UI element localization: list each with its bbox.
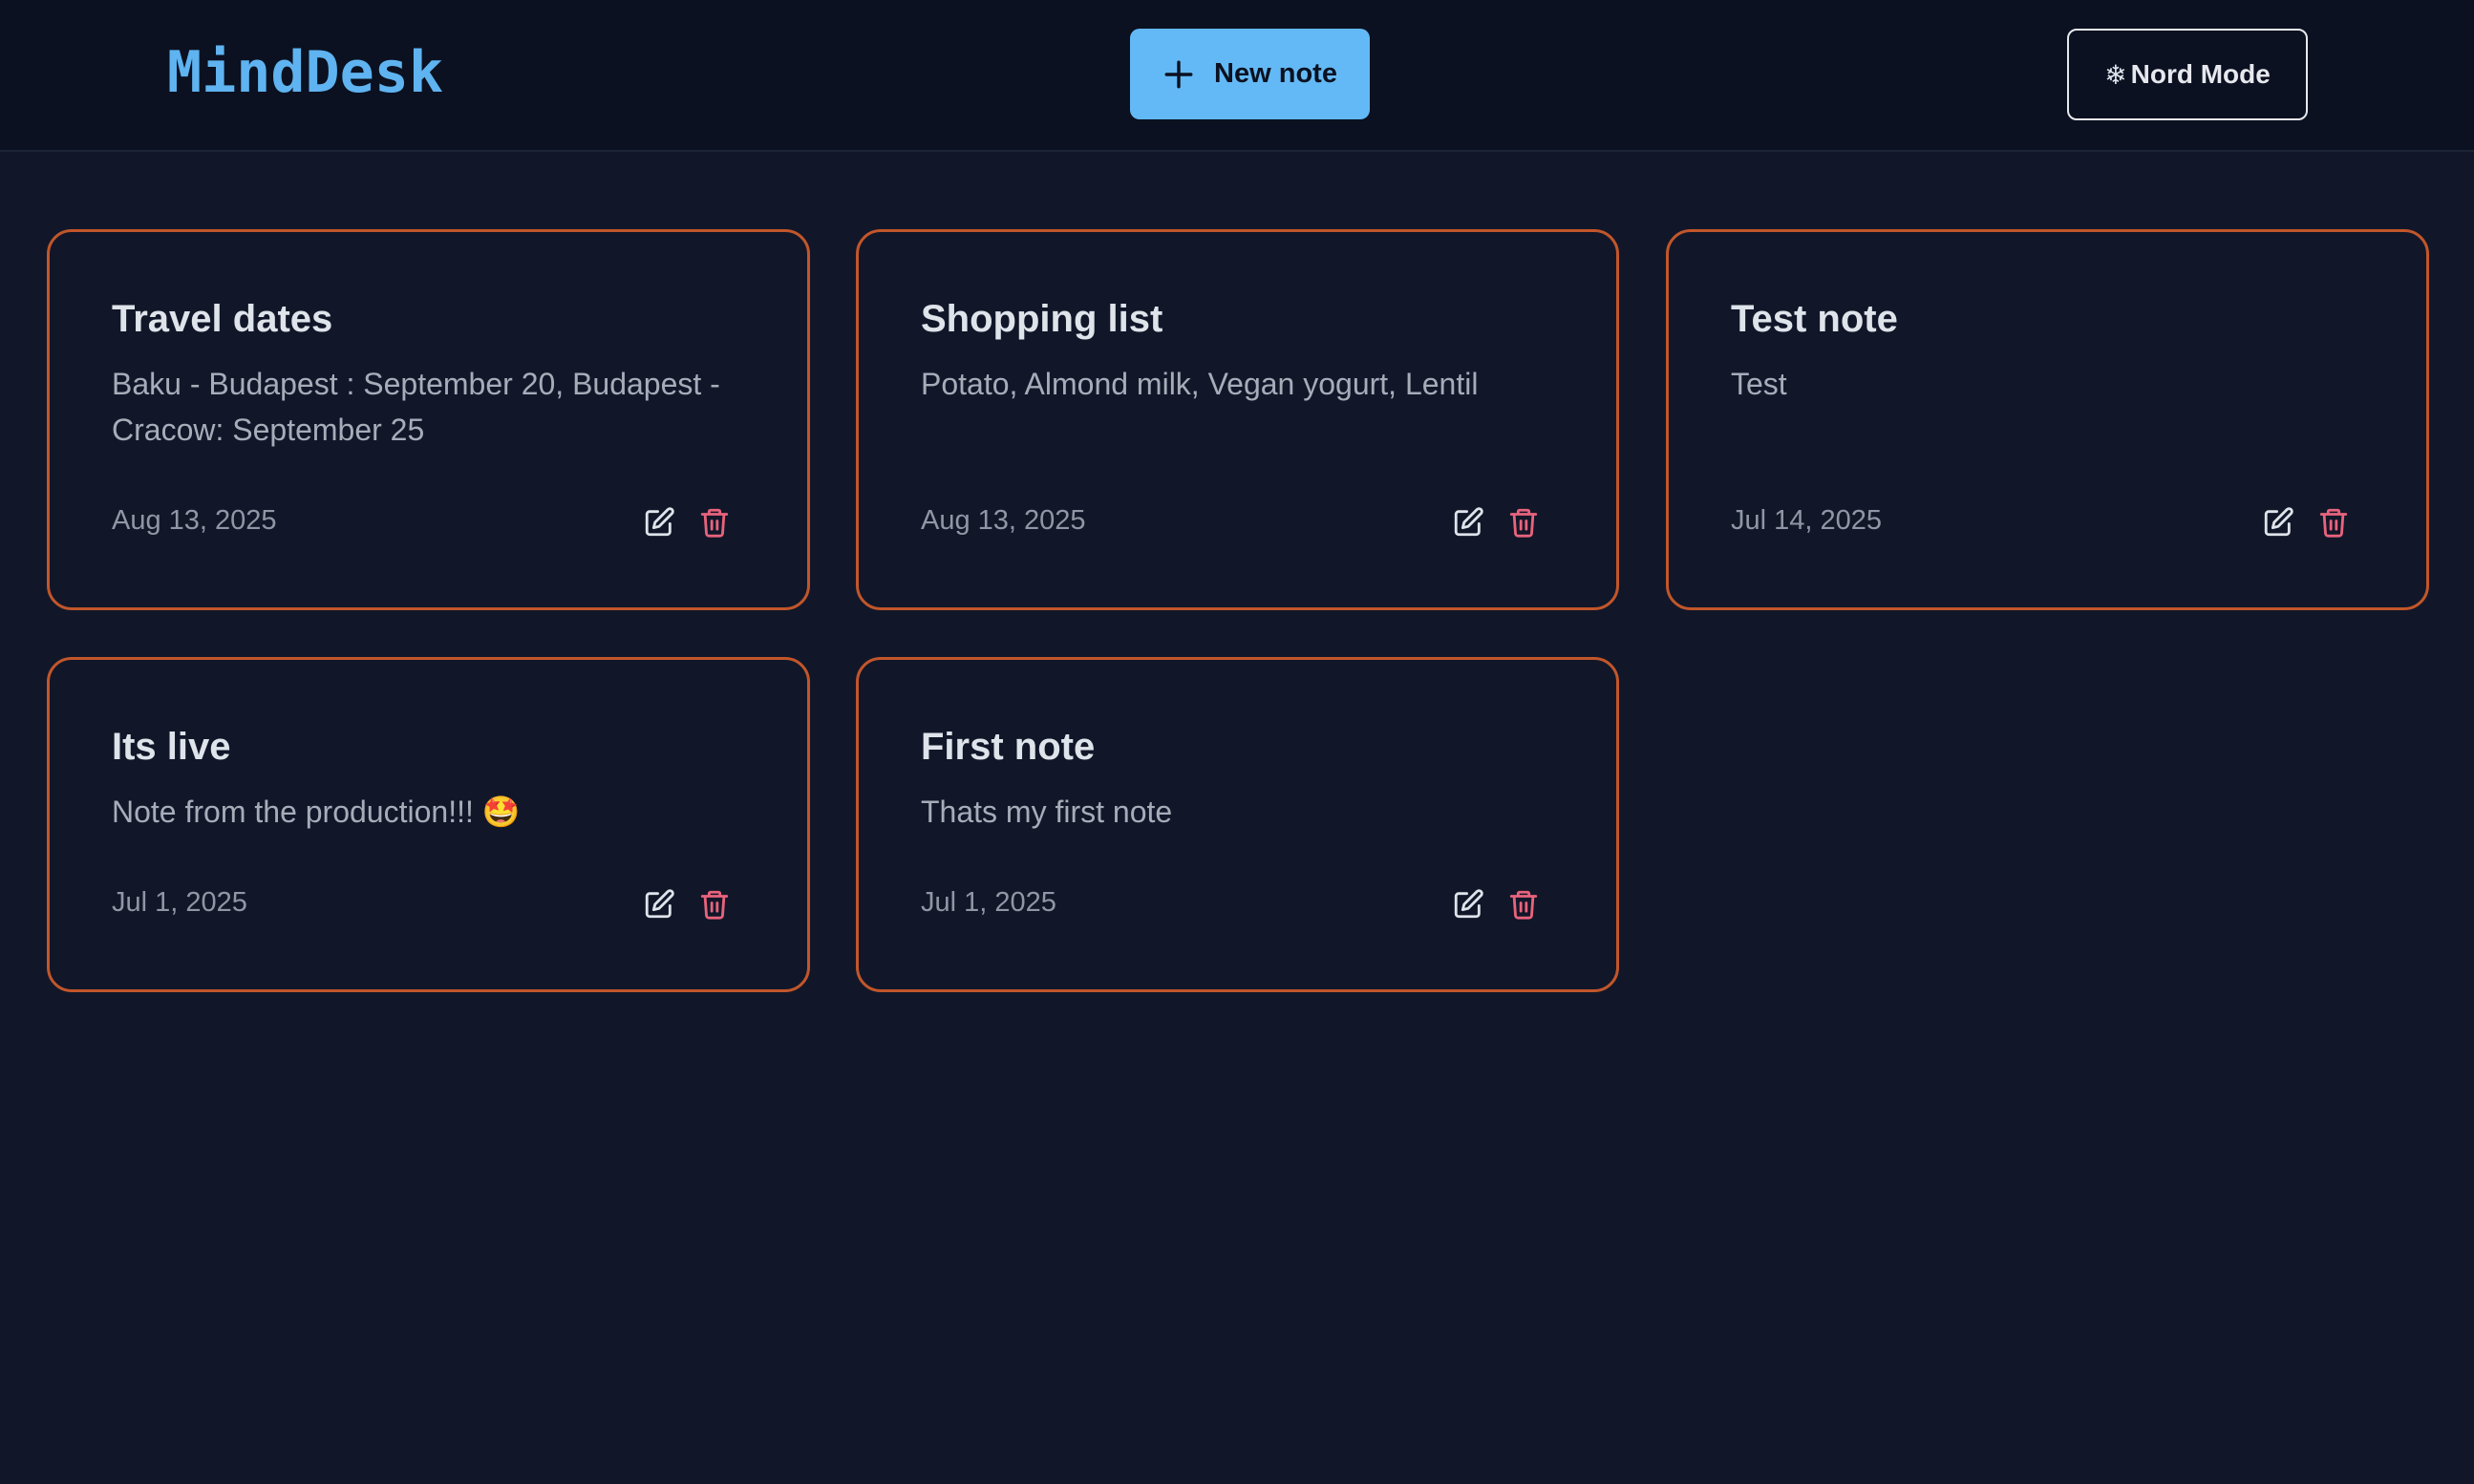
note-title: Its live xyxy=(112,726,231,768)
note-card[interactable]: Travel dates Baku - Budapest : September… xyxy=(47,229,810,610)
note-card[interactable]: Its live Note from the production!!! 🤩 J… xyxy=(47,657,810,992)
note-title: Shopping list xyxy=(921,298,1163,340)
app-logo[interactable]: MindDesk xyxy=(167,34,443,111)
note-card[interactable]: Shopping list Potato, Almond milk, Vegan… xyxy=(856,229,1619,610)
edit-icon[interactable] xyxy=(2262,506,2294,539)
edit-icon[interactable] xyxy=(1452,506,1484,539)
note-title: Test note xyxy=(1731,298,1898,340)
edit-icon[interactable] xyxy=(643,506,675,539)
trash-icon[interactable] xyxy=(1507,888,1540,921)
new-note-button[interactable]: New note xyxy=(1130,29,1370,119)
note-card[interactable]: Test note Test Jul 14, 2025 xyxy=(1666,229,2429,610)
trash-icon[interactable] xyxy=(1507,506,1540,539)
edit-icon[interactable] xyxy=(643,888,675,921)
note-card[interactable]: First note Thats my first note Jul 1, 20… xyxy=(856,657,1619,992)
note-date: Jul 1, 2025 xyxy=(112,887,247,918)
note-body: Note from the production!!! 🤩 xyxy=(112,795,521,829)
theme-toggle-button[interactable]: ❄ Nord Mode xyxy=(2067,29,2308,120)
note-body: Test xyxy=(1731,367,1787,401)
note-body: Baku - Budapest : September 20, Budapest… xyxy=(112,367,720,447)
theme-toggle-label: Nord Mode xyxy=(2130,59,2271,89)
note-title: First note xyxy=(921,726,1096,768)
plus-icon xyxy=(1164,60,1193,88)
trash-icon[interactable] xyxy=(2317,506,2350,539)
note-body: Potato, Almond milk, Vegan yogurt, Lenti… xyxy=(921,367,1479,401)
note-title: Travel dates xyxy=(112,298,333,340)
new-note-label: New note xyxy=(1214,58,1337,89)
note-body: Thats my first note xyxy=(921,795,1173,829)
top-bar: MindDesk New note ❄ Nord Mode xyxy=(0,0,2474,152)
trash-icon[interactable] xyxy=(698,888,731,921)
trash-icon[interactable] xyxy=(698,506,731,539)
note-date: Aug 13, 2025 xyxy=(112,505,277,536)
note-date: Jul 14, 2025 xyxy=(1731,505,1883,536)
snowflake-icon: ❄ xyxy=(2104,58,2127,91)
edit-icon[interactable] xyxy=(1452,888,1484,921)
note-date: Jul 1, 2025 xyxy=(921,887,1056,918)
note-date: Aug 13, 2025 xyxy=(921,505,1086,536)
